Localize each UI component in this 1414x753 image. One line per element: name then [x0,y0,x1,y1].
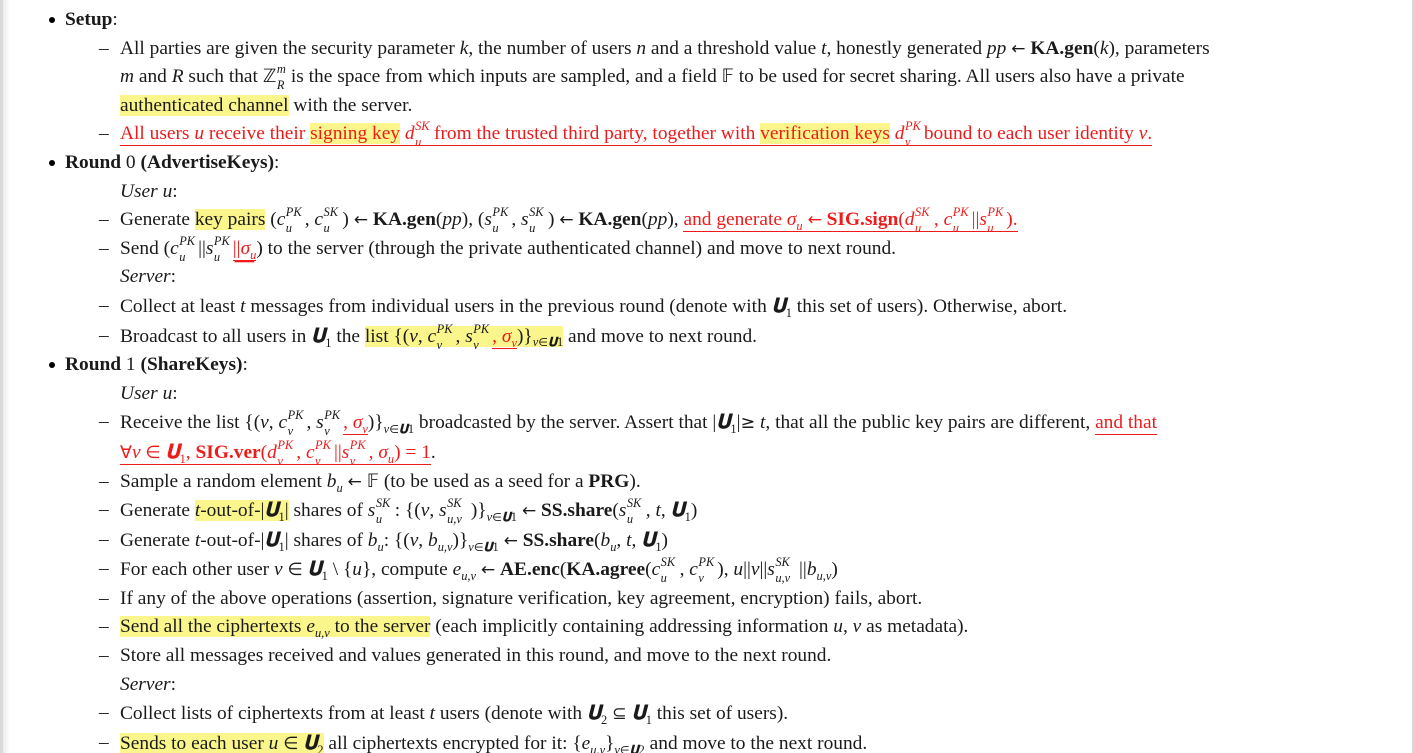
r1-server-item-2: – Sends to each user u ∈ 𝐔2 all ciphertex… [19,729,1404,753]
role-server-text: Server [120,266,171,288]
round1-name: (ShareKeys) [140,354,243,376]
dash-icon: – [99,237,109,259]
r1-user-item-6: – If any of the above operations (asserti… [19,585,1404,614]
highlight-key-pairs: key pairs [194,209,266,231]
red-annotation-and-that: and that [1095,412,1157,436]
dash-icon: – [99,558,109,580]
role-label-server-round1: Server: [19,671,1404,700]
setup-heading-text: Setup [65,9,113,30]
round0-colon: : [274,151,280,173]
highlight-sends-to-each-user: Sends to each user u ∈ 𝐔2 [120,730,324,753]
red-annotation-setup-2: All users u receive their signing key dS… [120,119,1153,150]
highlight-signing-key: signing key [310,123,401,145]
dash-icon: – [99,731,109,753]
bullet-icon [49,17,55,23]
dash-icon: – [99,209,109,231]
paper-page: Setup: – All parties are given the securi… [0,0,1414,753]
round1-word: Round [65,354,122,376]
setup-item-1-line3: authenticated channel with the server. [120,94,413,116]
role-label-server-round0: Server: [19,263,1404,292]
dash-icon: – [99,499,109,521]
dash-icon: – [99,470,109,492]
section-heading-round-1: Round 1 (ShareKeys): [19,351,1404,380]
r1-user-item-3: – Generate t-out-of-|𝐔1| shares of s SK u :… [99,496,698,527]
r0-user-item-1: – Generate key pairs (c PK u , c SK u ) ← KA.… [99,205,1018,236]
paper-content: Setup: – All parties are given the securi… [3,0,1412,753]
bullet-icon [49,159,55,166]
bullet-icon [49,362,55,369]
r1-user-item-1-line2: ∀v ∈ 𝐔1, SIG.ver(d PK v , c PK v ||s PK v , σu… [120,437,436,468]
round1-colon: : [242,354,248,376]
role-label-user-round1: User u: [19,380,1404,409]
role-label-user-round0: User u: [19,178,1404,207]
role-server-colon: : [170,673,176,695]
role-user-colon: : [172,180,178,202]
dash-icon: – [99,587,109,609]
setup-item-1-line2: m and R such that ℤmR is the space from … [120,62,1185,93]
setup-item-1: – All parties are given the security para… [19,35,1404,121]
highlight-verification-keys: verification keys [760,123,890,145]
role-user-text: User [120,180,158,202]
red-annotation-r0-user-1: and generate σu ← SIG.sign(d SK u , c PK u |… [683,205,1018,236]
setup-heading-colon: : [112,9,118,30]
highlight-list-sigma: list {(v, c PK v , s PK v , σv)}v∈𝐔1 [364,321,564,352]
r0-user-item-2: – Send (c PK u ||s PK u ||σu) to the server (… [99,233,897,264]
role-user-var: u [162,180,173,202]
r0-server-item-2: – Broadcast to all users in 𝐔1 the list {… [99,321,758,352]
section-heading-setup: Setup: [19,6,1404,35]
dash-icon: – [99,123,109,145]
dash-icon: – [99,294,109,316]
dash-icon: – [99,324,109,346]
dash-icon: – [99,702,109,724]
dash-icon: – [99,616,109,638]
red-annotation-sigma-v-2: , σv [343,412,368,437]
r1-user-item-8: – Store all messages received and values … [19,642,1404,671]
role-user-text: User [120,382,158,404]
r1-user-item-5: – For each other user v ∈ 𝐔1 \ {u}, compu… [99,555,838,586]
highlight-send-ciphertexts: Send all the ciphertexts eu,v to the ser… [120,616,431,641]
r1-user-item-1: – Receive the list {(v, c PK v , s PK v , σv)… [19,408,1404,467]
round0-name: (AdvertiseKeys) [140,151,275,173]
round0-word: Round [65,151,122,173]
r1-user-item-7: – Send all the ciphertexts eu,v to the se… [19,613,1404,642]
round0-number: 0 [125,151,136,173]
dash-icon: – [99,645,109,667]
section-heading-round-0: Round 0 (AdvertiseKeys): [19,149,1404,178]
setup-item-2: – All users u receive their signing key d… [19,120,1404,149]
red-annotation-sigma-u: ||σu [232,237,257,262]
r1-user-item-4: – Generate t-out-of-|𝐔1| shares of bu: {(… [99,527,668,554]
r0-server-item-1: – Collect at least t messages from indivi… [99,293,1068,320]
r1-server-item-1: – Collect lists of ciphertexts from at le… [99,701,789,728]
dash-icon: – [99,37,109,59]
dash-icon: – [99,528,109,550]
role-server-colon: : [170,266,176,288]
red-annotation-sigma-v: , σv [492,325,517,350]
round1-number: 1 [125,354,136,376]
r1-user-item-2: – Sample a random element bu ← 𝔽 (to be u… [19,468,1404,497]
role-user-colon: : [172,382,178,404]
role-server-text: Server [120,673,171,695]
highlight-authenticated-channel: authenticated channel [120,94,289,116]
red-annotation-sig-ver: ∀v ∈ 𝐔1, SIG.ver(d PK v , c PK v ||s PK v , σu… [120,437,431,468]
dash-icon: – [99,411,109,433]
highlight-t-out-of-u1: t-out-of-|𝐔1| [194,498,289,524]
role-user-var: u [162,382,173,404]
